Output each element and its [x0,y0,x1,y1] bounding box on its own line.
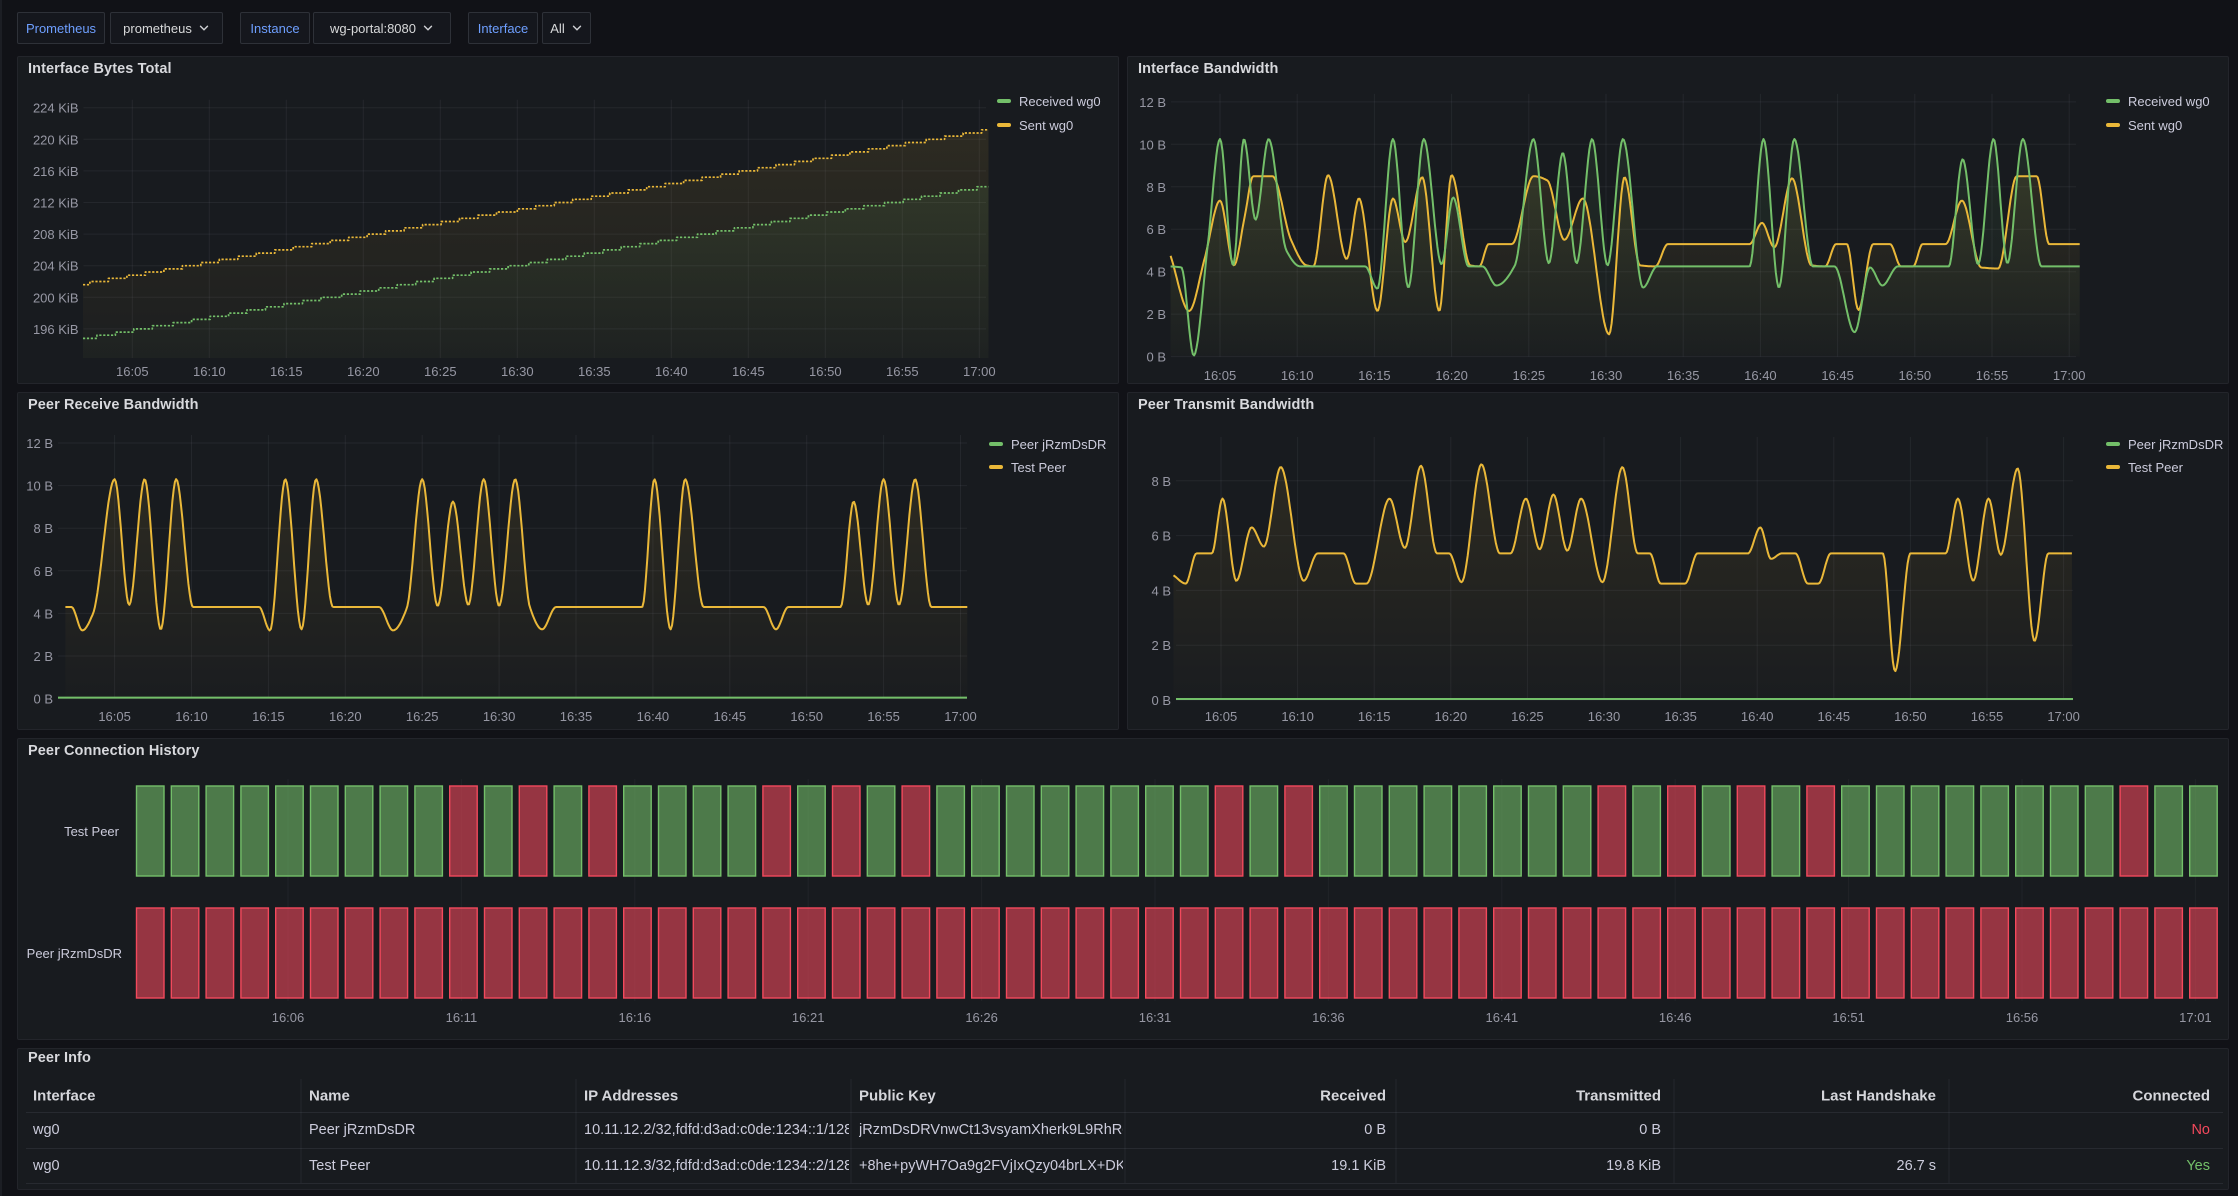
svg-text:16:55: 16:55 [1971,709,2004,724]
svg-text:Test Peer: Test Peer [64,824,120,839]
svg-text:16:50: 16:50 [809,364,842,379]
svg-text:16:06: 16:06 [272,1010,305,1025]
svg-text:6 B: 6 B [33,564,53,579]
svg-text:16:05: 16:05 [1205,709,1238,724]
svg-text:16:10: 16:10 [193,364,226,379]
svg-text:8 B: 8 B [33,521,53,536]
svg-text:16:30: 16:30 [1588,709,1621,724]
svg-text:16:15: 16:15 [270,364,303,379]
svg-text:16:35: 16:35 [1667,368,1700,383]
svg-text:6 B: 6 B [1151,529,1171,544]
svg-text:16:36: 16:36 [1312,1010,1345,1025]
svg-text:0 B: 0 B [33,692,53,707]
svg-text:16:35: 16:35 [578,364,611,379]
svg-text:16:56: 16:56 [2006,1010,2039,1025]
svg-text:16:30: 16:30 [483,709,516,724]
svg-text:16:10: 16:10 [175,709,208,724]
svg-text:16:46: 16:46 [1659,1010,1692,1025]
svg-text:212 KiB: 212 KiB [33,196,79,211]
svg-text:2 B: 2 B [1151,638,1171,653]
svg-text:16:05: 16:05 [1204,368,1237,383]
svg-text:6 B: 6 B [1146,222,1166,237]
svg-text:16:11: 16:11 [446,1010,478,1025]
svg-text:16:50: 16:50 [790,709,823,724]
svg-text:16:40: 16:40 [1744,368,1777,383]
svg-text:16:05: 16:05 [116,364,149,379]
svg-text:16:45: 16:45 [1821,368,1854,383]
svg-text:16:40: 16:40 [637,709,670,724]
svg-text:16:40: 16:40 [655,364,688,379]
svg-text:16:20: 16:20 [347,364,380,379]
svg-text:4 B: 4 B [1151,583,1171,598]
svg-text:16:55: 16:55 [886,364,919,379]
svg-text:0 B: 0 B [1151,693,1171,708]
svg-text:0 B: 0 B [1146,350,1166,365]
svg-text:16:10: 16:10 [1281,368,1314,383]
svg-text:16:15: 16:15 [252,709,285,724]
svg-text:16:25: 16:25 [1513,368,1546,383]
svg-text:10 B: 10 B [1139,137,1166,152]
svg-text:16:31: 16:31 [1139,1010,1172,1025]
svg-text:16:55: 16:55 [1976,368,2009,383]
svg-text:16:20: 16:20 [1435,368,1468,383]
svg-text:10 B: 10 B [26,479,53,494]
svg-text:12 B: 12 B [1139,95,1166,110]
svg-text:17:00: 17:00 [2053,368,2086,383]
svg-text:16:45: 16:45 [714,709,747,724]
svg-text:2 B: 2 B [1146,307,1166,322]
svg-text:17:01: 17:01 [2179,1010,2212,1025]
svg-text:16:25: 16:25 [1511,709,1544,724]
svg-text:196 KiB: 196 KiB [33,322,79,337]
svg-text:17:00: 17:00 [944,709,977,724]
svg-text:16:35: 16:35 [1664,709,1697,724]
svg-text:16:16: 16:16 [619,1010,652,1025]
svg-text:16:05: 16:05 [98,709,131,724]
svg-text:220 KiB: 220 KiB [33,132,79,147]
svg-text:8 B: 8 B [1146,180,1166,195]
svg-text:16:21: 16:21 [792,1010,825,1025]
svg-text:16:50: 16:50 [1899,368,1932,383]
svg-text:16:20: 16:20 [1435,709,1468,724]
svg-text:16:55: 16:55 [867,709,900,724]
svg-text:Peer jRzmDsDR: Peer jRzmDsDR [27,946,122,961]
svg-text:16:45: 16:45 [1818,709,1851,724]
svg-text:224 KiB: 224 KiB [33,101,79,116]
svg-text:12 B: 12 B [26,436,53,451]
svg-text:2 B: 2 B [33,649,53,664]
svg-text:16:41: 16:41 [1486,1010,1519,1025]
svg-text:17:00: 17:00 [2047,709,2080,724]
svg-text:16:10: 16:10 [1281,709,1314,724]
svg-text:16:51: 16:51 [1832,1010,1865,1025]
svg-text:8 B: 8 B [1151,474,1171,489]
svg-text:4 B: 4 B [1146,265,1166,280]
svg-text:208 KiB: 208 KiB [33,227,79,242]
svg-text:16:30: 16:30 [1590,368,1623,383]
svg-text:17:00: 17:00 [963,364,996,379]
svg-text:16:26: 16:26 [965,1010,998,1025]
svg-text:200 KiB: 200 KiB [33,290,79,305]
svg-text:16:40: 16:40 [1741,709,1774,724]
svg-text:16:15: 16:15 [1358,709,1391,724]
svg-text:16:25: 16:25 [406,709,439,724]
svg-text:16:30: 16:30 [501,364,534,379]
svg-text:216 KiB: 216 KiB [33,164,79,179]
svg-text:204 KiB: 204 KiB [33,259,79,274]
svg-text:16:25: 16:25 [424,364,457,379]
svg-text:16:35: 16:35 [560,709,593,724]
svg-text:16:20: 16:20 [329,709,362,724]
svg-text:16:50: 16:50 [1894,709,1927,724]
svg-text:4 B: 4 B [33,606,53,621]
svg-text:16:15: 16:15 [1358,368,1391,383]
svg-text:16:45: 16:45 [732,364,765,379]
